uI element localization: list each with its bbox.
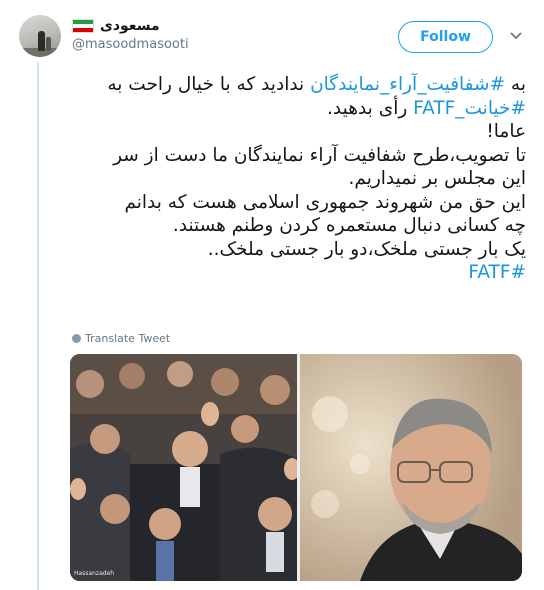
- globe-icon: [72, 334, 81, 343]
- tweet-line: یک بار جستی ملخک،دو بار جستی ملخک..: [207, 238, 526, 260]
- iran-flag-icon: [72, 19, 94, 33]
- tweet-line: #FATF: [70, 261, 526, 285]
- translate-label: Translate Tweet: [85, 332, 171, 345]
- translate-tweet-link[interactable]: Translate Tweet: [72, 332, 170, 345]
- portrait-photo-drawing: [300, 354, 522, 581]
- avatar[interactable]: [19, 15, 61, 57]
- tweet-card: مسعودی @masoodmasooti Follow به #شفافیت_…: [0, 0, 544, 590]
- thread-line: [37, 62, 39, 590]
- follow-button[interactable]: Follow: [398, 21, 493, 53]
- hashtag-link[interactable]: #خیانت_FATF: [413, 98, 526, 119]
- tweet-line: به #شفافیت_آراء_نمایندگان ندادید که با خ…: [107, 74, 526, 95]
- tweet-line: عاما!: [486, 121, 526, 142]
- tweet-line: #خیانت_FATF رأی بدهید.: [327, 97, 526, 119]
- user-name-row[interactable]: مسعودی: [72, 17, 160, 35]
- tweet-line: تا تصویب،طرح شفافیت آراء نمایندگان ما دس…: [113, 144, 526, 166]
- group-photo-image[interactable]: Hassanzadeh: [70, 354, 297, 581]
- group-photo-drawing: [70, 354, 297, 581]
- portrait-photo-image[interactable]: [300, 354, 522, 581]
- display-name[interactable]: مسعودی: [100, 18, 160, 34]
- photo-credit: Hassanzadeh: [74, 570, 115, 577]
- tweet-line: این حق من شهروند جمهوری اسلامی هست که بد…: [124, 191, 526, 213]
- tweet-line: این مجلس بر نمیداریم.: [348, 168, 526, 189]
- chevron-down-icon[interactable]: [509, 31, 523, 41]
- tweet-text: به #شفافیت_آراء_نمایندگان ندادید که با خ…: [70, 73, 526, 285]
- hashtag-link[interactable]: #شفافیت_آراء_نمایندگان: [310, 74, 505, 95]
- media-container: Hassanzadeh: [70, 354, 522, 581]
- hashtag-link[interactable]: #FATF: [468, 262, 526, 283]
- tweet-line: چه کسانی دنبال مستعمره کردن وطنم هستند.: [172, 215, 526, 236]
- user-handle[interactable]: @masoodmasooti: [72, 37, 189, 52]
